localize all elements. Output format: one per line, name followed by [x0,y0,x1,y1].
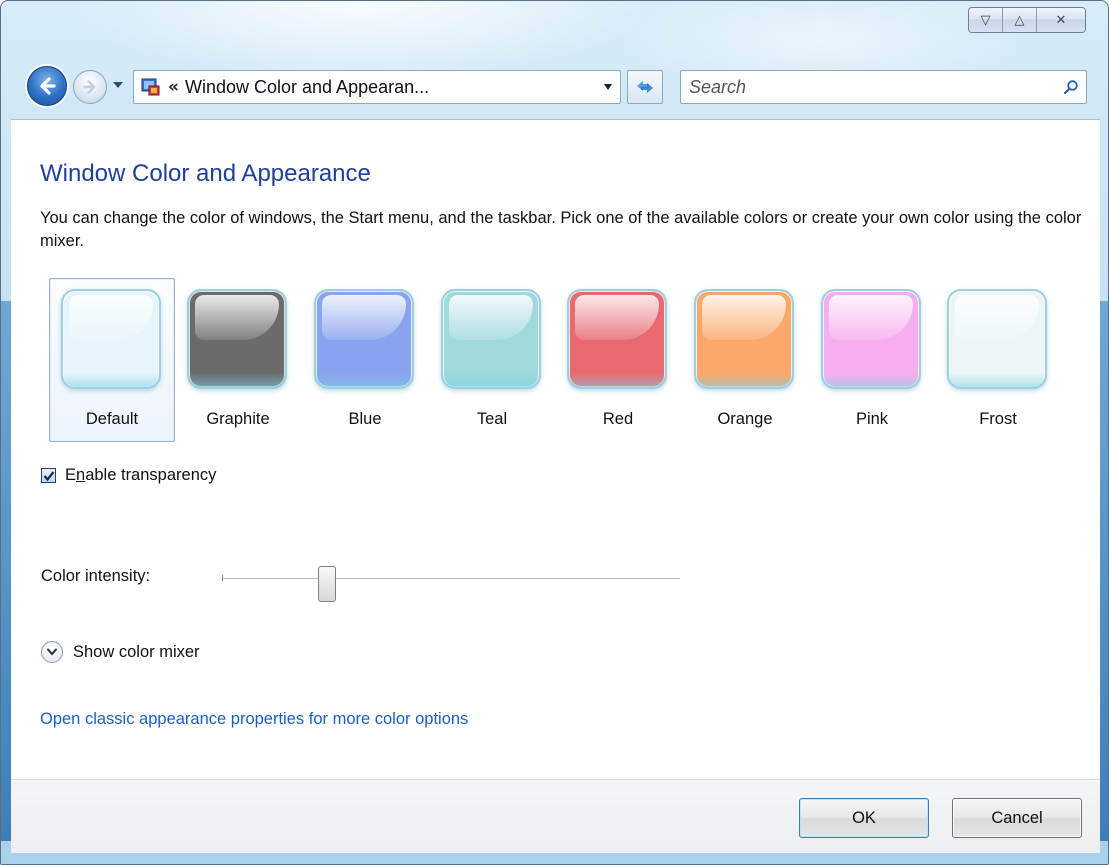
dialog-footer: OK Cancel [11,779,1100,853]
control-panel-icon [140,76,162,98]
page-title: Window Color and Appearance [40,160,371,187]
caption-buttons: ▽ △ ✕ [968,7,1086,33]
cancel-button[interactable]: Cancel [952,798,1082,838]
color-tile-pink [821,289,921,389]
breadcrumb[interactable]: Window Color and Appearan... [185,77,596,98]
slider-thumb[interactable] [318,566,337,602]
search-box[interactable] [680,70,1087,104]
breadcrumb-overflow-icon[interactable]: « [168,77,179,97]
classic-appearance-link[interactable]: Open classic appearance properties for m… [40,710,468,729]
swatch-label: Blue [348,410,382,428]
swatch-frost[interactable]: Frost [935,278,1061,442]
swatch-label: Red [602,410,634,428]
search-icon[interactable] [1056,79,1086,95]
color-tile-frost [947,289,1047,389]
color-swatches: Default Graphite Blue Teal Red Orange Pi… [49,278,1059,442]
swatch-pink[interactable]: Pink [809,278,935,442]
color-tile-blue [314,289,414,389]
transparency-label[interactable]: Enable transparency [65,466,216,485]
checkmark-icon [43,470,54,481]
chevron-down-icon [113,82,123,88]
navigation-bar: « Window Color and Appearan... [27,64,1087,110]
close-button[interactable]: ✕ [1037,8,1085,32]
minimize-icon: ▽ [980,12,991,28]
color-mixer-toggle[interactable]: Show color mixer [41,641,200,663]
forward-arrow-icon [83,80,96,94]
transparency-checkbox[interactable] [41,468,56,483]
swatch-teal[interactable]: Teal [429,278,555,442]
minimize-button[interactable]: ▽ [969,8,1003,32]
ok-button[interactable]: OK [799,798,929,838]
color-tile-graphite [187,289,287,389]
recent-pages-button[interactable] [111,78,125,92]
swatch-default[interactable]: Default [49,278,175,442]
swatch-label: Frost [979,410,1017,428]
expand-chevron-icon[interactable] [41,641,63,663]
swatch-orange[interactable]: Orange [682,278,808,442]
swatch-label: Teal [476,410,508,428]
maximize-button[interactable]: △ [1003,8,1037,32]
color-intensity-label: Color intensity: [41,567,151,585]
refresh-button[interactable] [627,70,663,104]
search-input[interactable] [681,75,1056,99]
refresh-icon [637,81,653,93]
maximize-icon: △ [1014,12,1025,28]
color-mixer-label[interactable]: Show color mixer [73,643,200,662]
close-icon: ✕ [1055,12,1067,28]
window: ▽ △ ✕ « Window Color and Appearan... Sea… [0,0,1109,865]
chevron-down-icon [604,83,612,90]
page-description: You can change the color of windows, the… [40,209,1082,250]
label-part: E [65,466,77,484]
address-bar[interactable]: « Window Color and Appearan... [133,70,621,104]
color-tile-teal [441,289,541,389]
color-tile-default [61,289,161,389]
access-key: n [76,466,86,484]
color-intensity-slider[interactable] [222,566,680,602]
swatch-blue[interactable]: Blue [302,278,428,442]
swatch-red[interactable]: Red [555,278,681,442]
slider-tick [222,575,223,581]
swatch-label: Pink [855,410,889,428]
swatch-label: Graphite [206,410,270,428]
frame-left-edge [1,301,11,841]
transparency-option[interactable]: Enable transparency [41,466,216,485]
color-tile-orange [694,289,794,389]
content-area: Window Color and Appearance You can chan… [11,119,1100,779]
address-dropdown-button[interactable] [596,81,620,94]
back-arrow-icon [40,77,56,95]
swatch-label: Orange [717,410,773,428]
color-tile-red [567,289,667,389]
forward-button[interactable] [73,70,107,104]
slider-track [222,578,680,580]
label-part: able transparency [85,466,217,484]
swatch-label: Default [85,410,139,428]
back-button[interactable] [27,66,67,106]
swatch-graphite[interactable]: Graphite [175,278,301,442]
